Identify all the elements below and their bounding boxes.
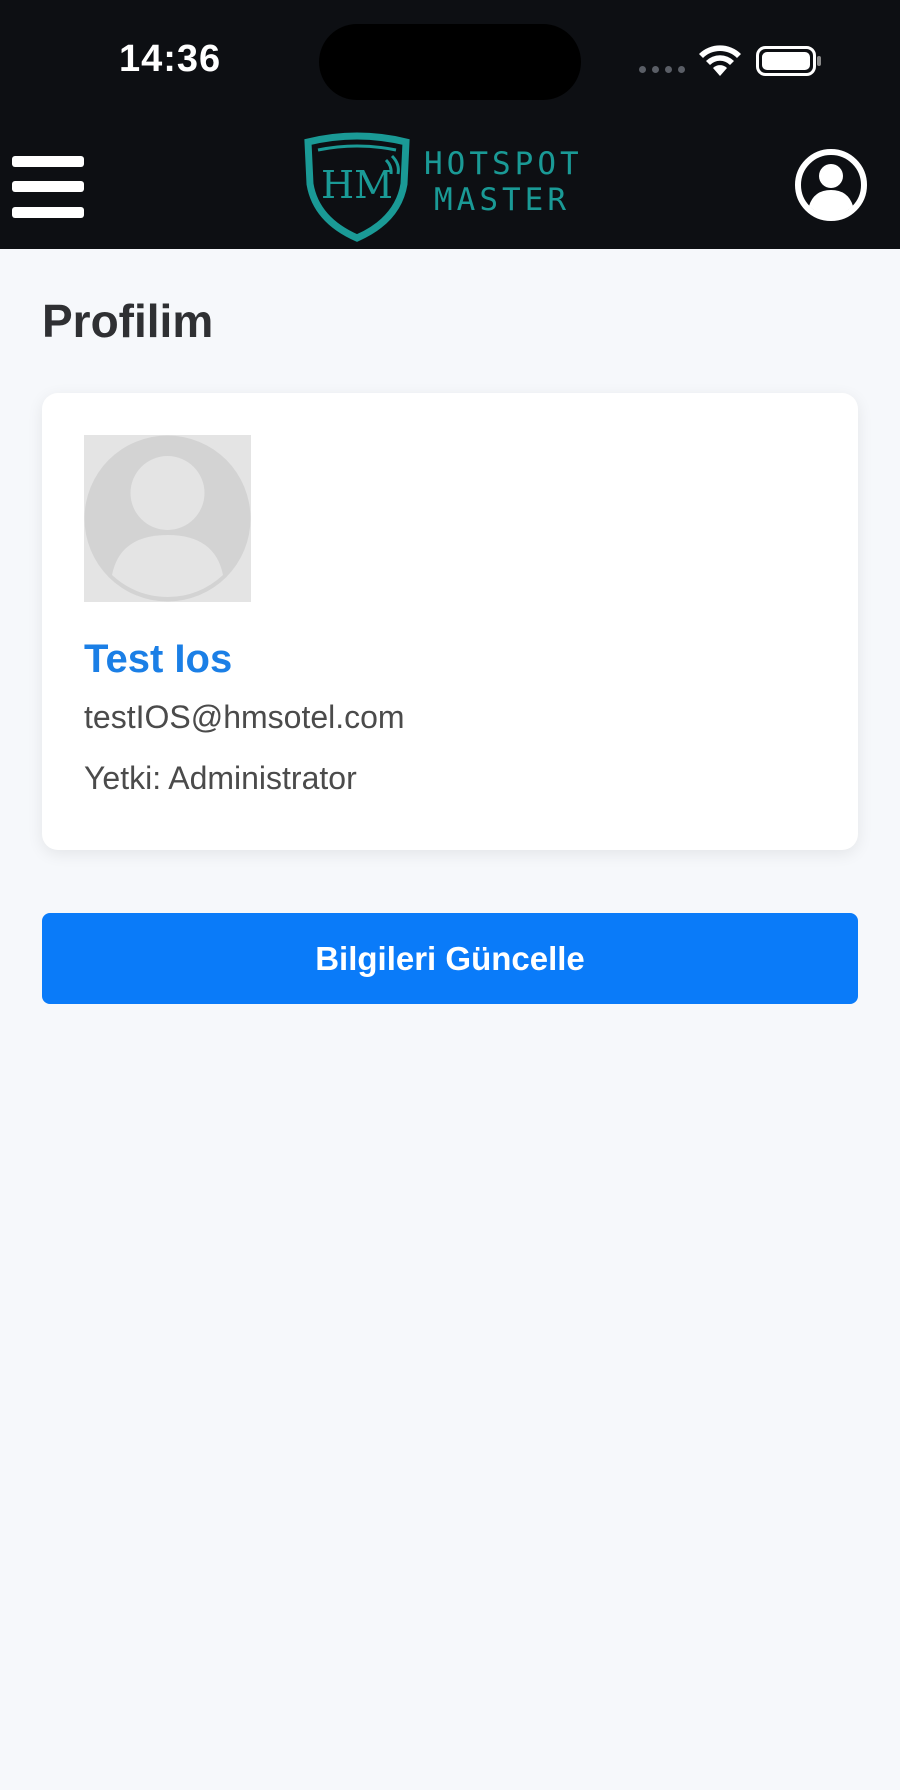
hamburger-menu-icon[interactable] bbox=[12, 156, 84, 218]
profile-card: Test Ios testIOS@hmsotel.com Yetki: Admi… bbox=[42, 393, 858, 850]
logo-line-1: HOTSPOT bbox=[424, 146, 583, 182]
user-name: Test Ios bbox=[84, 637, 233, 681]
logo-emblem-text: HM bbox=[321, 163, 393, 207]
update-info-button[interactable]: Bilgileri Güncelle bbox=[42, 913, 858, 1004]
avatar-placeholder-icon bbox=[84, 435, 251, 602]
page-title: Profilim bbox=[42, 295, 214, 347]
app-logo: HM HOTSPOT MASTER bbox=[300, 132, 582, 242]
signal-dots-icon bbox=[639, 66, 687, 74]
user-role: Yetki: Administrator bbox=[84, 760, 357, 796]
logo-wordmark: HOTSPOT MASTER bbox=[424, 146, 583, 218]
user-circle-icon[interactable] bbox=[794, 148, 868, 222]
shield-logo-icon: HM bbox=[304, 132, 410, 242]
user-email: testIOS@hmsotel.com bbox=[84, 699, 405, 735]
app-header: 14:36 HM HOTSPOT MASTER bbox=[0, 0, 900, 249]
status-time: 14:36 bbox=[119, 38, 222, 80]
battery-icon bbox=[756, 46, 821, 76]
dynamic-island bbox=[319, 24, 581, 100]
wifi-icon bbox=[699, 45, 741, 76]
logo-line-2: MASTER bbox=[434, 182, 570, 218]
